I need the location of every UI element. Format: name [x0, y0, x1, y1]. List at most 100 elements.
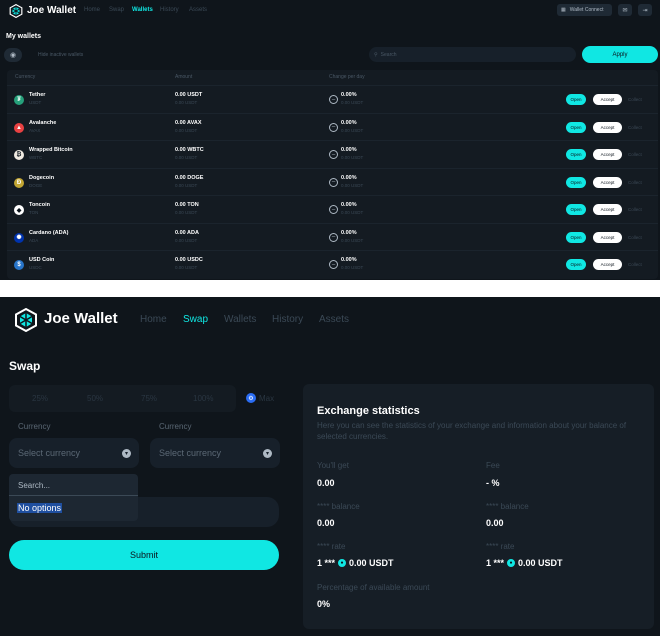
percent-50-button[interactable]: 50%	[87, 394, 103, 403]
toggle-inactive-button[interactable]: ◉	[4, 48, 22, 62]
wallets-table: Currency Amount Change per day ₮ Tether US…	[7, 70, 658, 279]
max-label: Max	[259, 394, 275, 403]
change-neutral-icon: –	[329, 95, 338, 104]
logout-button[interactable]: ⇥	[638, 4, 652, 16]
accept-button[interactable]: Accept	[593, 176, 622, 188]
change-percent: 0.00%	[341, 147, 357, 153]
collect-button[interactable]: Collect	[628, 235, 642, 240]
percent-25-button[interactable]: 25%	[32, 394, 48, 403]
collect-button[interactable]: Collect	[628, 125, 642, 130]
nav-swap[interactable]: Swap	[109, 7, 124, 13]
to-currency-select[interactable]: Select currency ▾	[150, 438, 280, 468]
collect-button[interactable]: Collect	[628, 207, 642, 212]
column-header-amount: Amount	[175, 74, 193, 80]
table-row: $ USD Coin USDC 0.00 USDC 0.00 USDT –0.00% 0.0…	[7, 250, 658, 277]
brand-name: Joe Wallet	[27, 5, 77, 16]
accept-button[interactable]: Accept	[593, 121, 622, 133]
amount-usdt: 0.00 USDT	[175, 210, 198, 215]
open-button[interactable]: Open	[566, 149, 586, 160]
no-options-message: No options	[17, 503, 63, 513]
coin-symbol: ADA	[29, 237, 39, 243]
chat-button[interactable]: ✉	[618, 4, 632, 16]
coin-icon: ●	[507, 559, 516, 567]
nav-home[interactable]: Home	[84, 7, 100, 13]
apply-button[interactable]: Apply	[582, 46, 658, 63]
joe-wallet-logo-icon	[15, 308, 37, 332]
collect-button[interactable]: Collect	[628, 152, 642, 157]
nav-home[interactable]: Home	[140, 314, 167, 325]
chevron-down-icon: ▾	[122, 449, 131, 458]
hide-inactive-label: Hide inactive wallets	[38, 52, 84, 58]
coin-name: Toncoin	[29, 202, 50, 208]
stats-description: Here you can see the statistics of your …	[317, 421, 627, 441]
change-usdt: 0.00 USDT	[341, 210, 364, 215]
amount-usdt: 0.00 USDT	[175, 237, 198, 243]
percentage-value: 0%	[317, 599, 331, 609]
open-button[interactable]: Open	[566, 259, 586, 270]
coin-name: Avalanche	[29, 119, 57, 126]
open-button[interactable]: Open	[566, 121, 586, 133]
coin-symbol: AVAX	[29, 127, 41, 133]
nav-history[interactable]: History	[272, 314, 303, 325]
nav-swap[interactable]: Swap	[183, 314, 208, 325]
wallet-connect-button[interactable]: ▦ Wallet Connect	[557, 4, 612, 16]
collect-button[interactable]: Collect	[628, 262, 642, 267]
open-button[interactable]: Open	[566, 176, 586, 188]
tether-icon: ₮	[14, 95, 24, 105]
coin-symbol: TON	[29, 210, 39, 215]
search-input[interactable]: ⚲ Search	[369, 47, 576, 62]
accept-button[interactable]: Accept	[593, 259, 622, 270]
collect-button[interactable]: Collect	[628, 180, 642, 185]
change-usdt: 0.00 USDT	[341, 265, 364, 270]
dropdown-search-input[interactable]: Search...	[9, 474, 138, 496]
coin-symbol: USDT	[29, 100, 42, 105]
to-balance-value: 0.00	[486, 518, 504, 528]
change-percent: 0.00%	[341, 257, 357, 263]
percent-75-button[interactable]: 75%	[141, 394, 157, 403]
page-title: Swap	[9, 359, 41, 373]
accept-button[interactable]: Accept	[593, 231, 622, 243]
change-percent: 0.00%	[341, 119, 357, 126]
accept-button[interactable]: Accept	[593, 204, 622, 215]
collect-button[interactable]: Collect	[628, 97, 642, 102]
accept-button[interactable]: Accept	[593, 94, 622, 105]
amount-usdt: 0.00 USDT	[175, 155, 198, 160]
change-percent: 0.00%	[341, 202, 357, 208]
open-button[interactable]: Open	[566, 204, 586, 215]
amount-value: 0.00 ADA	[175, 229, 199, 236]
change-neutral-icon: –	[329, 122, 338, 132]
usdc-icon: $	[14, 260, 24, 270]
nav-wallets[interactable]: Wallets	[132, 7, 153, 13]
submit-button[interactable]: Submit	[9, 540, 279, 570]
currency-dropdown: Search...	[9, 474, 138, 521]
open-button[interactable]: Open	[566, 231, 586, 243]
table-row: ✺ Cardano (ADA) ADA 0.00 ADA 0.00 USDT –0.00%…	[7, 222, 658, 250]
change-usdt: 0.00 USDT	[341, 237, 364, 243]
nav-assets[interactable]: Assets	[319, 314, 349, 325]
from-currency-label: Currency	[18, 422, 51, 431]
coin-name: Tether	[29, 92, 46, 98]
from-rate-value: 1 *** ● 0.00 USDT	[317, 558, 394, 568]
amount-usdt: 0.00 USDT	[175, 100, 198, 105]
avalanche-icon: ▲	[14, 122, 24, 133]
percent-100-button[interactable]: 100%	[193, 394, 213, 403]
column-header-change: Change per day	[329, 74, 365, 80]
nav-history[interactable]: History	[160, 7, 179, 13]
coin-symbol: WBTC	[29, 155, 43, 160]
from-rate-label: **** rate	[317, 542, 346, 551]
open-button[interactable]: Open	[566, 94, 586, 105]
to-balance-label: **** balance	[486, 502, 529, 511]
amount-value: 0.00 WBTC	[175, 147, 204, 153]
change-neutral-icon: –	[329, 205, 338, 214]
from-balance-label: **** balance	[317, 502, 360, 511]
from-currency-select[interactable]: Select currency ▾	[9, 438, 139, 468]
table-row: ◆ Toncoin TON 0.00 TON 0.00 USDT –0.00% 0.00 U…	[7, 195, 658, 222]
max-toggle-icon[interactable]: ⚙	[246, 393, 256, 403]
accept-button[interactable]: Accept	[593, 149, 622, 160]
change-percent: 0.00%	[341, 174, 357, 181]
change-percent: 0.00%	[341, 229, 357, 236]
search-icon: ⚲	[374, 51, 378, 58]
nav-wallets[interactable]: Wallets	[224, 314, 256, 325]
nav-assets[interactable]: Assets	[189, 7, 207, 13]
page-title: My wallets	[6, 33, 42, 40]
